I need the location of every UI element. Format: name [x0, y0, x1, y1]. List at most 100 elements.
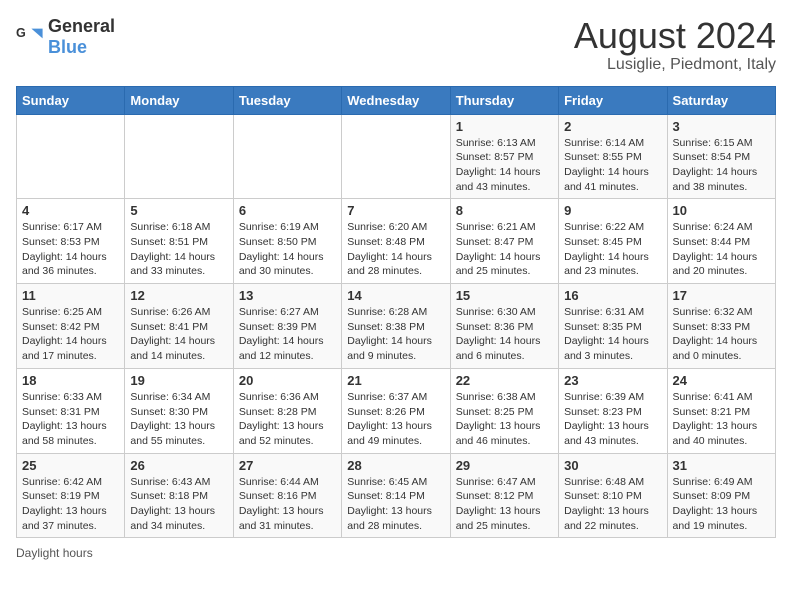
logo-icon: G [16, 23, 44, 51]
logo-blue: Blue [48, 37, 87, 57]
day-number: 11 [22, 288, 119, 303]
day-info: Sunrise: 6:44 AM Sunset: 8:16 PM Dayligh… [239, 475, 336, 534]
calendar-cell: 9 Sunrise: 6:22 AM Sunset: 8:45 PM Daylig… [559, 199, 667, 284]
day-info: Sunrise: 6:26 AM Sunset: 8:41 PM Dayligh… [130, 305, 227, 364]
calendar-table: SundayMondayTuesdayWednesdayThursdayFrid… [16, 86, 776, 539]
calendar-cell: 22 Sunrise: 6:38 AM Sunset: 8:25 PM Dayli… [450, 368, 558, 453]
weekday-header: Friday [559, 86, 667, 114]
day-number: 4 [22, 203, 119, 218]
weekday-header: Thursday [450, 86, 558, 114]
day-number: 6 [239, 203, 336, 218]
calendar-cell: 30 Sunrise: 6:48 AM Sunset: 8:10 PM Dayli… [559, 453, 667, 538]
calendar-cell [233, 114, 341, 199]
day-number: 15 [456, 288, 553, 303]
day-number: 25 [22, 458, 119, 473]
weekday-header-row: SundayMondayTuesdayWednesdayThursdayFrid… [17, 86, 776, 114]
calendar-cell: 18 Sunrise: 6:33 AM Sunset: 8:31 PM Dayli… [17, 368, 125, 453]
calendar-cell: 2Sunrise: 6:14 AM Sunset: 8:55 PM Daylig… [559, 114, 667, 199]
day-number: 5 [130, 203, 227, 218]
day-number: 12 [130, 288, 227, 303]
day-number: 7 [347, 203, 444, 218]
logo-general: General [48, 16, 115, 36]
svg-text:G: G [16, 26, 26, 40]
day-info: Sunrise: 6:33 AM Sunset: 8:31 PM Dayligh… [22, 390, 119, 449]
calendar-cell [125, 114, 233, 199]
day-number: 8 [456, 203, 553, 218]
calendar-cell: 12 Sunrise: 6:26 AM Sunset: 8:41 PM Dayli… [125, 284, 233, 369]
day-info: Sunrise: 6:21 AM Sunset: 8:47 PM Dayligh… [456, 220, 553, 279]
day-number: 30 [564, 458, 661, 473]
calendar-cell: 25 Sunrise: 6:42 AM Sunset: 8:19 PM Dayli… [17, 453, 125, 538]
day-number: 24 [673, 373, 770, 388]
calendar-cell: 24 Sunrise: 6:41 AM Sunset: 8:21 PM Dayli… [667, 368, 775, 453]
calendar-cell: 17 Sunrise: 6:32 AM Sunset: 8:33 PM Dayli… [667, 284, 775, 369]
calendar-week-row: 25 Sunrise: 6:42 AM Sunset: 8:19 PM Dayli… [17, 453, 776, 538]
day-number: 16 [564, 288, 661, 303]
day-number: 3 [673, 119, 770, 134]
title-block: August 2024 Lusiglie, Piedmont, Italy [574, 16, 776, 74]
calendar-cell [342, 114, 450, 199]
calendar-cell: 26 Sunrise: 6:43 AM Sunset: 8:18 PM Dayli… [125, 453, 233, 538]
day-info: Sunrise: 6:22 AM Sunset: 8:45 PM Dayligh… [564, 220, 661, 279]
day-number: 23 [564, 373, 661, 388]
day-info: Sunrise: 6:43 AM Sunset: 8:18 PM Dayligh… [130, 475, 227, 534]
page-subtitle: Lusiglie, Piedmont, Italy [574, 56, 776, 74]
page-title: August 2024 [574, 16, 776, 56]
calendar-cell: 29 Sunrise: 6:47 AM Sunset: 8:12 PM Dayli… [450, 453, 558, 538]
calendar-week-row: 11 Sunrise: 6:25 AM Sunset: 8:42 PM Dayli… [17, 284, 776, 369]
calendar-cell: 10Sunrise: 6:24 AM Sunset: 8:44 PM Dayli… [667, 199, 775, 284]
day-info: Sunrise: 6:48 AM Sunset: 8:10 PM Dayligh… [564, 475, 661, 534]
calendar-cell: 19Sunrise: 6:34 AM Sunset: 8:30 PM Dayli… [125, 368, 233, 453]
day-info: Sunrise: 6:31 AM Sunset: 8:35 PM Dayligh… [564, 305, 661, 364]
day-info: Sunrise: 6:15 AM Sunset: 8:54 PM Dayligh… [673, 136, 770, 195]
calendar-cell: 6Sunrise: 6:19 AM Sunset: 8:50 PM Daylig… [233, 199, 341, 284]
day-number: 26 [130, 458, 227, 473]
day-number: 9 [564, 203, 661, 218]
logo: G General Blue [16, 16, 115, 58]
day-info: Sunrise: 6:38 AM Sunset: 8:25 PM Dayligh… [456, 390, 553, 449]
calendar-cell: 4 Sunrise: 6:17 AM Sunset: 8:53 PM Daylig… [17, 199, 125, 284]
day-info: Sunrise: 6:36 AM Sunset: 8:28 PM Dayligh… [239, 390, 336, 449]
day-number: 28 [347, 458, 444, 473]
day-number: 31 [673, 458, 770, 473]
calendar-cell: 1 Sunrise: 6:13 AM Sunset: 8:57 PM Daylig… [450, 114, 558, 199]
calendar-cell: 23 Sunrise: 6:39 AM Sunset: 8:23 PM Dayli… [559, 368, 667, 453]
calendar-cell: 7Sunrise: 6:20 AM Sunset: 8:48 PM Daylig… [342, 199, 450, 284]
calendar-cell: 5 Sunrise: 6:18 AM Sunset: 8:51 PM Daylig… [125, 199, 233, 284]
day-number: 29 [456, 458, 553, 473]
day-info: Sunrise: 6:25 AM Sunset: 8:42 PM Dayligh… [22, 305, 119, 364]
calendar-week-row: 4 Sunrise: 6:17 AM Sunset: 8:53 PM Daylig… [17, 199, 776, 284]
day-number: 14 [347, 288, 444, 303]
weekday-header: Wednesday [342, 86, 450, 114]
day-info: Sunrise: 6:17 AM Sunset: 8:53 PM Dayligh… [22, 220, 119, 279]
day-number: 22 [456, 373, 553, 388]
calendar-cell: 16 Sunrise: 6:31 AM Sunset: 8:35 PM Dayli… [559, 284, 667, 369]
day-number: 21 [347, 373, 444, 388]
calendar-cell: 20Sunrise: 6:36 AM Sunset: 8:28 PM Dayli… [233, 368, 341, 453]
day-info: Sunrise: 6:41 AM Sunset: 8:21 PM Dayligh… [673, 390, 770, 449]
calendar-week-row: 1 Sunrise: 6:13 AM Sunset: 8:57 PM Daylig… [17, 114, 776, 199]
day-number: 10 [673, 203, 770, 218]
day-number: 1 [456, 119, 553, 134]
day-info: Sunrise: 6:47 AM Sunset: 8:12 PM Dayligh… [456, 475, 553, 534]
day-number: 19 [130, 373, 227, 388]
calendar-cell: 11 Sunrise: 6:25 AM Sunset: 8:42 PM Dayli… [17, 284, 125, 369]
calendar-cell: 27Sunrise: 6:44 AM Sunset: 8:16 PM Dayli… [233, 453, 341, 538]
calendar-cell: 14 Sunrise: 6:28 AM Sunset: 8:38 PM Dayli… [342, 284, 450, 369]
day-info: Sunrise: 6:28 AM Sunset: 8:38 PM Dayligh… [347, 305, 444, 364]
day-info: Sunrise: 6:39 AM Sunset: 8:23 PM Dayligh… [564, 390, 661, 449]
day-number: 18 [22, 373, 119, 388]
day-info: Sunrise: 6:32 AM Sunset: 8:33 PM Dayligh… [673, 305, 770, 364]
calendar-cell: 3 Sunrise: 6:15 AM Sunset: 8:54 PM Daylig… [667, 114, 775, 199]
day-info: Sunrise: 6:13 AM Sunset: 8:57 PM Dayligh… [456, 136, 553, 195]
day-info: Sunrise: 6:42 AM Sunset: 8:19 PM Dayligh… [22, 475, 119, 534]
weekday-header: Tuesday [233, 86, 341, 114]
weekday-header: Saturday [667, 86, 775, 114]
calendar-cell: 13Sunrise: 6:27 AM Sunset: 8:39 PM Dayli… [233, 284, 341, 369]
day-info: Sunrise: 6:49 AM Sunset: 8:09 PM Dayligh… [673, 475, 770, 534]
day-number: 17 [673, 288, 770, 303]
day-number: 2 [564, 119, 661, 134]
day-info: Sunrise: 6:18 AM Sunset: 8:51 PM Dayligh… [130, 220, 227, 279]
calendar-cell: 21Sunrise: 6:37 AM Sunset: 8:26 PM Dayli… [342, 368, 450, 453]
calendar-cell: 31 Sunrise: 6:49 AM Sunset: 8:09 PM Dayli… [667, 453, 775, 538]
